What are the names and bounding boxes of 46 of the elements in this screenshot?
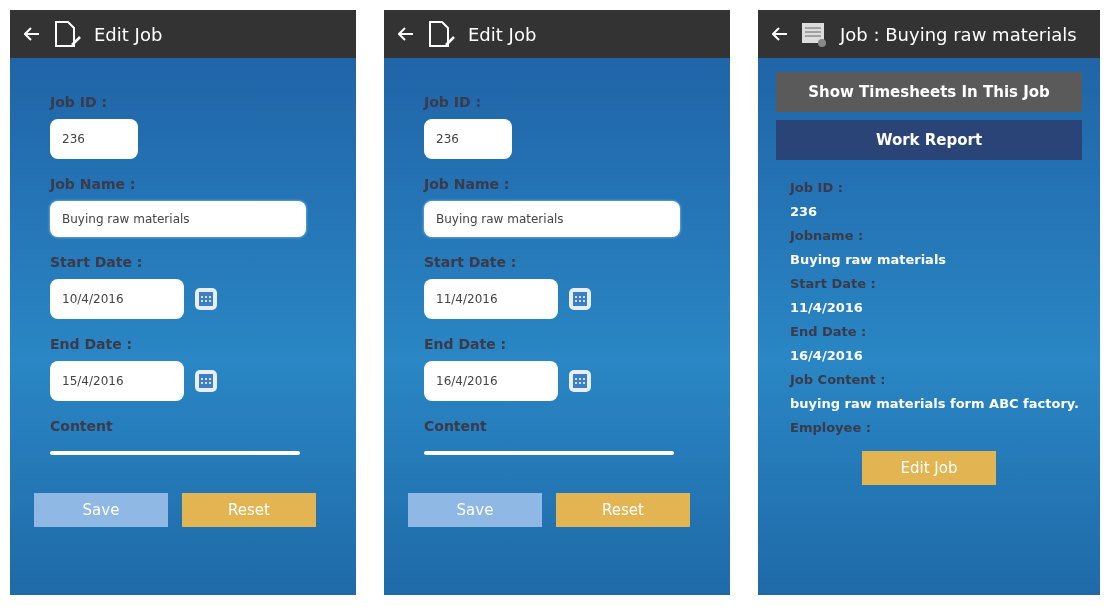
text-field[interactable]: 236 [50, 119, 138, 159]
field-label: Start Date : [50, 254, 144, 270]
date-field[interactable]: 11/4/2016 [424, 279, 558, 319]
detail-label: Start Date : [790, 276, 877, 291]
date-field[interactable]: 10/4/2016 [50, 279, 184, 319]
screen-title: Job : Buying raw materials [840, 23, 1077, 45]
detail-label: Job Content : [790, 372, 887, 387]
list-document-icon [800, 20, 828, 48]
field-label: Job Name : [424, 176, 511, 192]
document-pencil-icon [52, 19, 82, 49]
detail-value: 236 [790, 204, 819, 219]
text-field[interactable]: Buying raw materials [424, 201, 680, 237]
text-field[interactable]: Buying raw materials [50, 201, 306, 237]
calendar-icon [568, 287, 592, 311]
text-field[interactable]: 236 [424, 119, 512, 159]
timesheets-button[interactable]: Show Timesheets In This Job [776, 72, 1082, 112]
report-button[interactable]: Work Report [776, 120, 1082, 160]
detail-label: End Date : [790, 324, 868, 339]
field-label: Start Date : [424, 254, 518, 270]
back-arrow-icon[interactable] [772, 27, 788, 41]
field-label: Content [50, 418, 114, 434]
calendar-icon [568, 369, 592, 393]
field-label: End Date : [424, 336, 508, 352]
detail-label: Employee : [790, 420, 872, 435]
detail-label: Job ID : [790, 180, 844, 195]
calendar-icon [194, 369, 218, 393]
document-pencil-icon [426, 19, 456, 49]
detail-value: 11/4/2016 [790, 300, 864, 315]
back-arrow-icon[interactable] [398, 27, 414, 41]
detail-value: buying raw materials form ABC factory. [790, 396, 1081, 411]
field-label: Job ID : [424, 94, 483, 110]
detail-value: 16/4/2016 [790, 348, 864, 363]
date-field[interactable]: 15/4/2016 [50, 361, 184, 401]
content-field[interactable] [424, 451, 674, 455]
screen-title: Edit Job [94, 23, 163, 45]
back-arrow-icon[interactable] [24, 27, 40, 41]
field-label: Job ID : [50, 94, 109, 110]
content-field[interactable] [50, 451, 300, 455]
detail-label: Jobname : [790, 228, 865, 243]
field-label: Job Name : [50, 176, 137, 192]
detail-value: Buying raw materials [790, 252, 948, 267]
calendar-icon [194, 287, 218, 311]
field-label: Content [424, 418, 488, 434]
date-field[interactable]: 16/4/2016 [424, 361, 558, 401]
screen-title: Edit Job [468, 23, 537, 45]
field-label: End Date : [50, 336, 134, 352]
